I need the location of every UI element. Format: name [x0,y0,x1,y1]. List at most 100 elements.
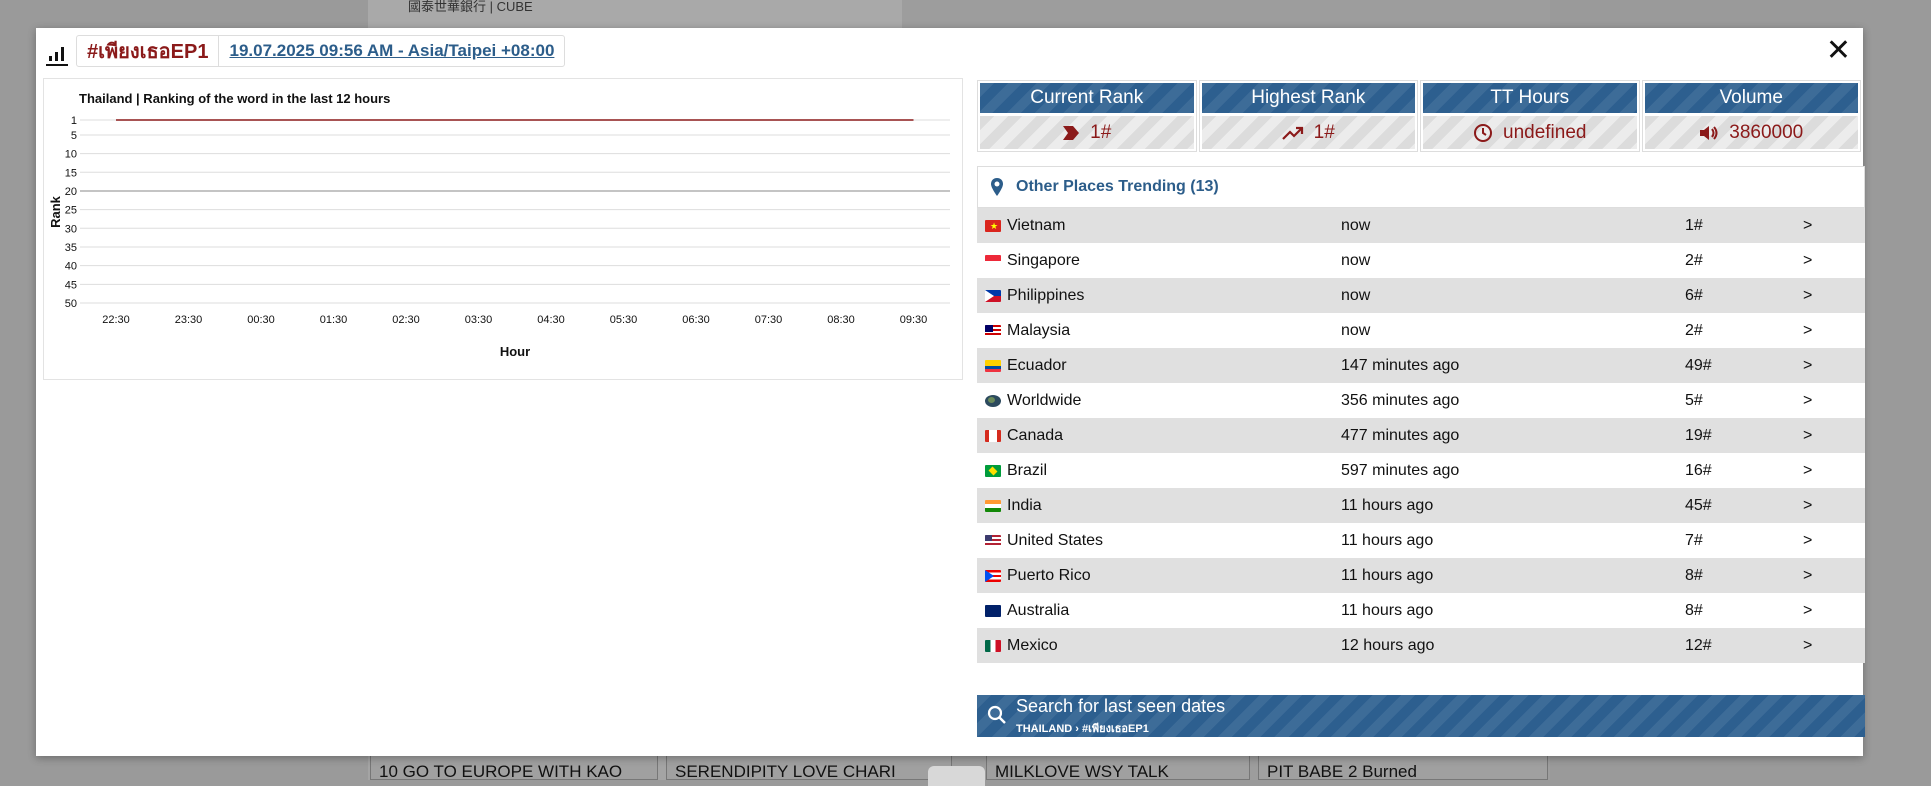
flag-icon [985,324,1001,337]
stat-value-box: 1# [980,116,1194,149]
stat-value-box: undefined [1423,116,1637,149]
place-arrow[interactable]: > [1803,602,1843,620]
flag-icon [985,639,1001,652]
place-row[interactable]: Canada 477 minutes ago 19# > [977,418,1865,453]
flag-icon [985,499,1001,512]
y-tick-label: 35 [65,242,77,254]
stat-value-box: 1# [1201,116,1415,149]
flag-icon [985,394,1001,407]
place-country: Canada [1007,426,1064,444]
bar-chart-icon[interactable] [46,42,68,66]
place-row[interactable]: Puerto Rico 11 hours ago 8# > [977,558,1865,593]
rank-chart-svg: Thailand | Ranking of the word in the la… [48,91,950,359]
place-row[interactable]: Singapore now 2# > [977,243,1865,278]
place-rank: 8# [1685,601,1703,619]
place-time: 11 hours ago [1341,496,1434,514]
x-tick-label: 01:30 [320,314,348,326]
background-cell: 10 GO TO EUROPE WITH KAO [370,755,658,780]
flag-icon [985,359,1001,372]
y-tick-label: 40 [65,261,77,273]
place-time: 11 hours ago [1341,531,1434,549]
x-tick-label: 03:30 [465,314,493,326]
place-row[interactable]: India 11 hours ago 45# > [977,488,1865,523]
x-tick-label: 00:30 [247,314,275,326]
x-tick-label: 05:30 [610,314,638,326]
place-rank: 2# [1685,251,1703,269]
place-arrow[interactable]: > [1803,532,1843,550]
place-arrow[interactable]: > [1803,427,1843,445]
x-tick-label: 23:30 [175,314,203,326]
place-country: Worldwide [1007,391,1082,409]
background-banner-text: 國泰世華銀行 | CUBE [408,0,533,14]
place-rank: 6# [1685,286,1703,304]
x-axis-label: Hour [500,344,530,359]
place-rank: 1# [1685,216,1703,234]
y-tick-label: 15 [65,167,77,179]
place-country: Philippines [1007,286,1085,304]
place-arrow[interactable]: > [1803,322,1843,340]
place-rank: 49# [1685,356,1712,374]
stat-value: 3860000 [1729,122,1804,143]
place-row[interactable]: Brazil 597 minutes ago 16# > [977,453,1865,488]
place-arrow[interactable]: > [1803,287,1843,305]
place-country: India [1007,496,1042,514]
stat-label: TT Hours [1423,83,1637,113]
place-row[interactable]: Philippines now 6# > [977,278,1865,313]
stat-current-rank: Current Rank 1# [977,80,1197,152]
place-arrow[interactable]: > [1803,392,1843,410]
flag-icon [985,604,1001,617]
x-tick-label: 02:30 [392,314,420,326]
flag-icon: ★ [985,219,1001,232]
place-row[interactable]: Malaysia now 2# > [977,313,1865,348]
place-arrow[interactable]: > [1803,357,1843,375]
place-row[interactable]: ★ Vietnam now 1# > [977,208,1865,243]
place-country: Brazil [1007,461,1048,479]
place-row[interactable]: Australia 11 hours ago 8# > [977,593,1865,628]
background-cell: MILKLOVE WSY TALK [986,755,1250,780]
place-rank: 12# [1685,636,1712,654]
y-tick-label: 50 [65,298,77,310]
timestamp-link[interactable]: 19.07.2025 09:56 AM - Asia/Taipei +08:00 [229,41,554,61]
place-country: Malaysia [1007,321,1071,339]
place-arrow[interactable]: > [1803,567,1843,585]
place-time: 12 hours ago [1341,636,1435,654]
search-icon [987,705,1006,724]
place-row[interactable]: Mexico 12 hours ago 12# > [977,628,1865,663]
place-country: United States [1007,531,1104,549]
place-arrow[interactable]: > [1803,637,1843,655]
place-country: Vietnam [1007,216,1066,234]
place-row[interactable]: United States 11 hours ago 7# > [977,523,1865,558]
search-last-seen-button[interactable]: Search for last seen dates THAILAND › #เ… [977,695,1865,737]
place-arrow[interactable]: > [1803,462,1843,480]
place-row[interactable]: Worldwide 356 minutes ago 5# > [977,383,1865,418]
place-time: now [1341,251,1371,269]
place-row[interactable]: Ecuador 147 minutes ago 49# > [977,348,1865,383]
place-time: 147 minutes ago [1341,356,1460,374]
flag-icon [985,464,1001,477]
other-places-panel: Other Places Trending (13) ★ Vietnam now 1#… [977,166,1865,663]
place-rank: 16# [1685,461,1712,479]
flag-icon [985,289,1001,302]
stat-label: Highest Rank [1201,83,1415,113]
stat-label: Volume [1644,83,1858,113]
modal-title-box: #เพียงเธอEP1 19.07.2025 09:56 AM - Asia/… [76,35,566,67]
place-country: Ecuador [1007,356,1067,374]
chart-title: Thailand | Ranking of the word in the la… [79,91,390,106]
x-tick-label: 08:30 [827,314,855,326]
place-country: Singapore [1007,251,1080,269]
rank-chart: Thailand | Ranking of the word in the la… [43,78,963,380]
close-button[interactable]: ✕ [1826,36,1851,66]
flag-icon [985,569,1001,582]
place-arrow[interactable]: > [1803,497,1843,515]
x-tick-label: 06:30 [682,314,710,326]
place-arrow[interactable]: > [1803,252,1843,270]
y-tick-label: 5 [71,130,77,142]
stat-value: undefined [1503,122,1587,143]
place-arrow[interactable]: > [1803,217,1843,235]
stat-tt-hours: TT Hours undefined [1420,80,1640,152]
background-scroll-tab[interactable] [928,766,985,786]
background-cell: SERENDIPITY LOVE CHARI [666,755,952,780]
place-rank: 2# [1685,321,1703,339]
background-banner: 國泰世華銀行 | CUBE [368,0,902,28]
place-country: Puerto Rico [1007,566,1091,584]
